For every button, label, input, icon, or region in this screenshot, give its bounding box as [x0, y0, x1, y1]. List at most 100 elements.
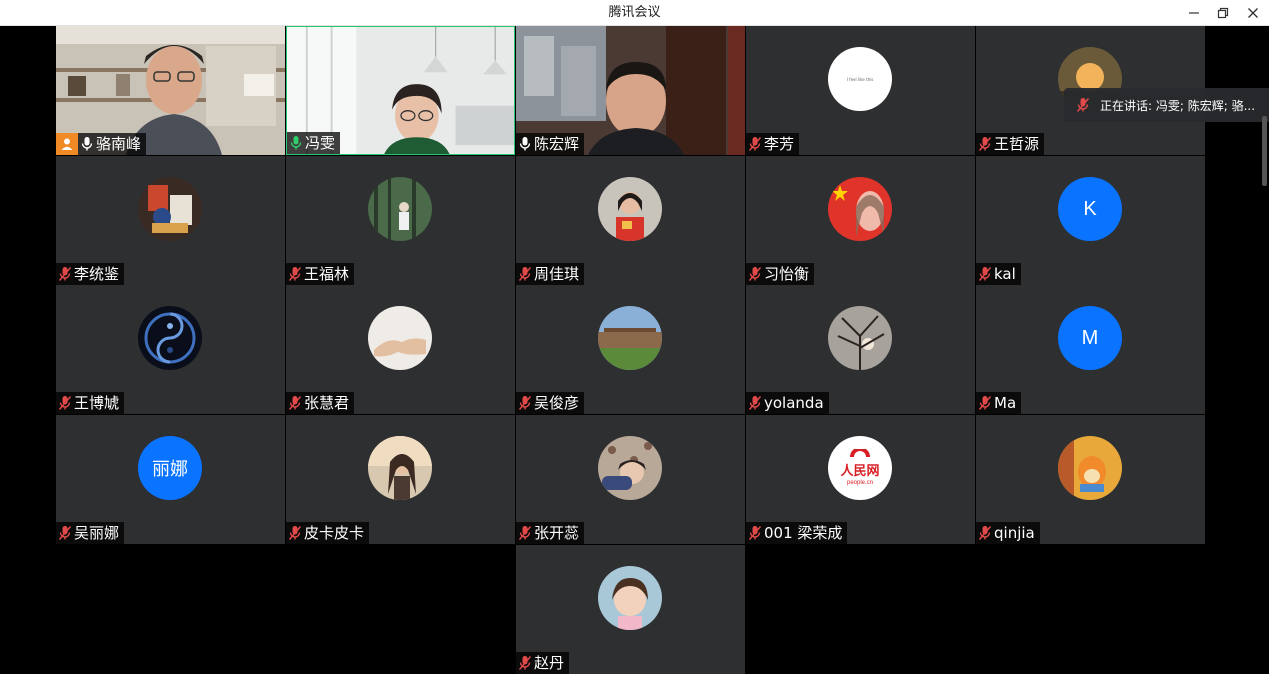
- participant-avatar: [598, 177, 662, 241]
- participant-nametag: qinjia: [976, 522, 1040, 544]
- participant-avatar: [368, 436, 432, 500]
- participant-avatar: [138, 306, 202, 370]
- participant-nametag: 王哲源: [976, 133, 1045, 155]
- participant-tile-8[interactable]: 习怡衡: [746, 156, 975, 285]
- mic-muted-icon: [58, 395, 72, 411]
- participant-tile-20[interactable]: 赵丹: [516, 545, 745, 674]
- participant-avatar: [598, 436, 662, 500]
- speaking-label: 正在讲话: 冯雯; 陈宏辉; 骆...: [1100, 98, 1256, 113]
- participant-avatar: [598, 306, 662, 370]
- participant-nametag: 冯雯: [287, 132, 341, 154]
- participant-avatar: [828, 177, 892, 241]
- mic-muted-icon: [978, 266, 992, 282]
- participant-avatar: 丽娜: [138, 436, 202, 500]
- participant-tile-3[interactable]: I feel like this 李芳: [746, 26, 975, 155]
- participant-tile-6[interactable]: 王福林: [286, 156, 515, 285]
- participant-tile-11[interactable]: 张慧君: [286, 285, 515, 414]
- participant-name: Ma: [994, 394, 1017, 412]
- participant-name: 周佳琪: [534, 265, 580, 283]
- participant-name: 王福林: [304, 265, 350, 283]
- mic-muted-icon: [58, 525, 72, 541]
- participant-tile-12[interactable]: 吴俊彦: [516, 285, 745, 414]
- participant-name: 吴俊彦: [534, 394, 580, 412]
- participant-tile-18[interactable]: 人民网 people.cn 001 梁荣成: [746, 415, 975, 544]
- participant-tile-7[interactable]: 周佳琪: [516, 156, 745, 285]
- mic-muted-icon: [58, 266, 72, 282]
- participant-name: 习怡衡: [764, 265, 810, 283]
- participant-tile-1[interactable]: 冯雯: [286, 26, 515, 155]
- participant-name: 李统鉴: [74, 265, 120, 283]
- participant-tile-9[interactable]: K kal: [976, 156, 1205, 285]
- participant-nametag: 张开蕊: [516, 522, 585, 544]
- participant-avatar: K: [1058, 177, 1122, 241]
- participant-name: 皮卡皮卡: [304, 524, 365, 542]
- mic-muted-icon: [288, 525, 302, 541]
- participant-name: kal: [994, 265, 1016, 283]
- participant-name: 张慧君: [304, 394, 350, 412]
- participant-tile-15[interactable]: 丽娜 吴丽娜: [56, 415, 285, 544]
- participant-nametag: yolanda: [746, 392, 829, 414]
- participant-avatar: 人民网 people.cn: [828, 436, 892, 500]
- mic-muted-icon: [748, 525, 762, 541]
- participant-tile-19[interactable]: qinjia: [976, 415, 1205, 544]
- participant-nametag: 吴丽娜: [56, 522, 125, 544]
- participant-avatar: [598, 566, 662, 630]
- participant-tile-5[interactable]: 李统鉴: [56, 156, 285, 285]
- participant-avatar: [828, 306, 892, 370]
- participant-nametag: 张慧君: [286, 392, 355, 414]
- participant-name: 王博虓: [74, 394, 120, 412]
- participant-name: 冯雯: [305, 134, 336, 152]
- volume-level-bar: [1262, 116, 1267, 186]
- participant-nametag: 吴俊彦: [516, 392, 585, 414]
- mic-muted-icon: [748, 266, 762, 282]
- participant-name: yolanda: [764, 394, 824, 412]
- participant-avatar: [368, 177, 432, 241]
- participant-name: 王哲源: [994, 135, 1040, 153]
- participant-name: 张开蕊: [534, 524, 580, 542]
- participant-tile-14[interactable]: M Ma: [976, 285, 1205, 414]
- participant-nametag: 周佳琪: [516, 263, 585, 285]
- participant-name: 赵丹: [534, 654, 565, 672]
- window-title: 腾讯会议: [608, 5, 661, 20]
- participant-nametag: Ma: [976, 392, 1022, 414]
- restore-icon[interactable]: [1208, 0, 1238, 26]
- participant-avatar: [368, 306, 432, 370]
- participant-tile-2[interactable]: 陈宏辉: [516, 26, 745, 155]
- mic-muted-icon: [288, 395, 302, 411]
- minimize-icon[interactable]: [1179, 0, 1209, 26]
- title-bar: 腾讯会议: [0, 0, 1269, 26]
- mic-muted-icon: [978, 395, 992, 411]
- participant-nametag: 李统鉴: [56, 263, 125, 285]
- mic-muted-icon: [748, 395, 762, 411]
- mic-muted-icon: [748, 136, 762, 152]
- participant-nametag: 王博虓: [56, 392, 125, 414]
- mic-icon: [518, 136, 532, 152]
- mic-muted-icon: [518, 395, 532, 411]
- participant-tile-0[interactable]: 骆南峰: [56, 26, 285, 155]
- participant-tile-10[interactable]: 王博虓: [56, 285, 285, 414]
- close-icon[interactable]: [1238, 0, 1268, 26]
- participant-nametag: 赵丹: [516, 652, 570, 674]
- mic-muted-icon: [978, 525, 992, 541]
- participant-nametag: kal: [976, 263, 1021, 285]
- mic-muted-icon: [518, 525, 532, 541]
- participant-avatar: [138, 177, 202, 241]
- mic-muted-icon: [288, 266, 302, 282]
- participant-tile-16[interactable]: 皮卡皮卡: [286, 415, 515, 544]
- participant-name: 吴丽娜: [74, 524, 120, 542]
- participant-nametag: 骆南峰: [78, 133, 147, 155]
- participant-name: 李芳: [764, 135, 795, 153]
- participant-name: 骆南峰: [96, 135, 142, 153]
- people-logo-icon: [850, 449, 870, 458]
- host-icon: [56, 133, 78, 155]
- participant-tile-17[interactable]: 张开蕊: [516, 415, 745, 544]
- mic-icon: [80, 136, 94, 152]
- participant-avatar: [1058, 436, 1122, 500]
- video-grid: 骆南峰 冯雯 陈宏辉 I feel like this 李芳 王哲源 李统鉴 王…: [0, 26, 1269, 674]
- mic-muted-icon: [978, 136, 992, 152]
- participant-nametag: 习怡衡: [746, 263, 815, 285]
- participant-name: 001 梁荣成: [764, 524, 843, 542]
- participant-nametag: 李芳: [746, 133, 800, 155]
- speaking-indicator: 正在讲话: 冯雯; 陈宏辉; 骆...: [1064, 88, 1269, 122]
- participant-tile-13[interactable]: yolanda: [746, 285, 975, 414]
